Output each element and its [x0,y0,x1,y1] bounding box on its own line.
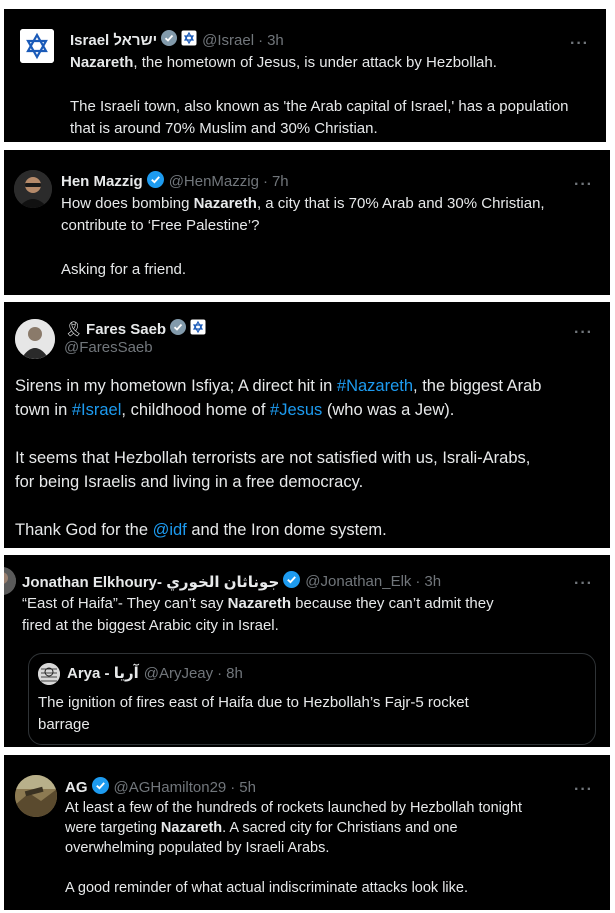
text-line: The ignition of fires east of Haifa due … [38,694,469,711]
affiliation-flag-icon [190,319,206,339]
author-handle[interactable]: @Jonathan_Elk [305,573,411,590]
author-name[interactable]: Israel ישראל [70,32,157,49]
verified-gray-icon [161,30,178,50]
avatar[interactable] [14,170,52,208]
text-line: contribute to ‘Free Palestine’? [61,217,260,234]
star-of-david-icon [20,29,54,63]
author-name[interactable]: Fares Saeb [86,321,166,338]
text-span: , a city that is 70% Arab and 30% Christ… [256,195,545,212]
text-line: barrage [38,716,90,733]
tweet-ag-hamilton[interactable]: AG @AGHamilton29 · 5h ··· At least a few… [4,755,610,910]
timestamp[interactable]: 7h [272,173,289,190]
person-photo-icon [4,567,16,595]
tweet-hen-mazzig[interactable]: Hen Mazzig @HenMazzig · 7h ··· How does … [4,150,610,295]
person-photo-icon [15,319,55,359]
more-options-icon[interactable]: ··· [574,576,593,592]
text-span: How does bombing [61,195,194,212]
text-line: The Israeli town, also known as 'the Ara… [70,98,569,115]
bold-text: Nazareth [193,195,257,212]
verified-icon [91,777,109,798]
hashtag-link[interactable]: #Israel [72,401,122,419]
author-name[interactable]: Hen Mazzig [61,173,143,190]
author-name[interactable]: Jonathan Elkhoury- جوناثان الخوري [22,573,279,591]
quote-author-name[interactable]: Arya - آریا [67,664,139,682]
avatar[interactable] [15,319,55,359]
text-span: , the hometown of Jesus, is under attack… [133,54,497,71]
hashtag-link[interactable]: #Nazareth [337,377,413,395]
text-line: for being Israelis and living in a free … [15,473,364,491]
quote-text: The ignition of fires east of Haifa due … [38,692,588,736]
separator: · [415,573,421,590]
text-line: Asking for a friend. [61,261,187,278]
quote-timestamp[interactable]: 8h [226,665,243,682]
text-line: overwhelming populated by Israeli Arabs. [65,840,330,856]
timestamp[interactable]: 5h [239,779,256,796]
quote-avatar[interactable] [38,663,60,685]
avatar[interactable] [15,775,57,817]
text-span: (who was a Jew). [322,401,455,419]
tweet-jonathan-elkhoury[interactable]: Jonathan Elkhoury- جوناثان الخوري @Jonat… [4,555,610,747]
hashtag-link[interactable]: #Jesus [270,401,322,419]
tweet-text: Nazareth, the hometown of Jesus, is unde… [70,52,600,140]
author-name[interactable]: AG [65,779,88,796]
mention-link[interactable]: @idf [153,521,187,539]
more-options-icon[interactable]: ··· [574,782,593,798]
text-span: , childhood home of [121,401,271,419]
tweet-text: How does bombing Nazareth, a city that i… [61,193,601,281]
quoted-tweet[interactable]: Arya - آریا @AryJeay · 8h The ignition o… [28,653,596,745]
bold-text: Nazareth [70,54,134,71]
verified-gray-icon [170,319,187,339]
text-span: were targeting [65,820,161,836]
verified-icon [283,571,301,592]
author-handle[interactable]: @HenMazzig [169,173,259,190]
text-line: At least a few of the hundreds of rocket… [65,800,523,816]
ribbon-icon: 🎗 [64,321,84,338]
more-options-icon[interactable]: ··· [574,325,593,341]
sketch-portrait-icon [38,663,60,685]
separator: · [258,31,264,49]
tweet-israel[interactable]: Israel ישראל @Israel · 3h ··· Nazareth, … [4,9,606,142]
more-options-icon[interactable]: ··· [570,36,589,52]
text-line: A good reminder of what actual indiscrim… [65,880,468,896]
separator: · [262,173,268,190]
text-span: and the Iron dome system. [186,521,387,539]
tweet-fares-saeb[interactable]: 🎗 Fares Saeb @FaresSaeb ··· Sirens in my… [4,302,610,548]
tweet-text: At least a few of the hundreds of rocket… [65,798,600,898]
tweet-text: “East of Haifa”- They can’t say Nazareth… [22,593,602,637]
person-photo-icon [14,170,52,208]
text-span: Thank God for the [15,521,153,539]
text-span: . A sacred city for Christians and one [222,820,458,836]
tweet-text: Sirens in my hometown Isfiya; A direct h… [15,374,605,542]
verified-icon [146,171,164,192]
quote-author-handle[interactable]: @AryJeay [144,665,213,682]
text-span: , the biggest Arab [413,377,542,395]
text-line: fired at the biggest Arabic city in Isra… [22,617,279,634]
author-handle[interactable]: @AGHamilton29 [114,779,227,796]
author-handle[interactable]: @FaresSaeb [64,339,153,356]
landscape-photo-icon [15,775,57,817]
author-handle[interactable]: @Israel [202,32,254,49]
text-span: because they can’t admit they [291,595,494,612]
avatar[interactable] [20,29,54,63]
more-options-icon[interactable]: ··· [574,177,593,193]
separator: · [217,664,223,682]
text-span: town in [15,401,72,419]
text-line: that is around 70% Muslim and 30% Christ… [70,120,378,137]
text-span: “East of Haifa”- They can’t say [22,595,228,612]
timestamp[interactable]: 3h [267,32,284,49]
avatar[interactable] [4,567,16,595]
separator: · [230,779,236,796]
bold-text: Nazareth [160,820,223,836]
text-line: It seems that Hezbollah terrorists are n… [15,449,531,467]
affiliation-flag-icon [181,30,197,50]
text-span: Sirens in my hometown Isfiya; A direct h… [15,377,337,395]
bold-text: Nazareth [227,595,291,612]
timestamp[interactable]: 3h [424,573,441,590]
